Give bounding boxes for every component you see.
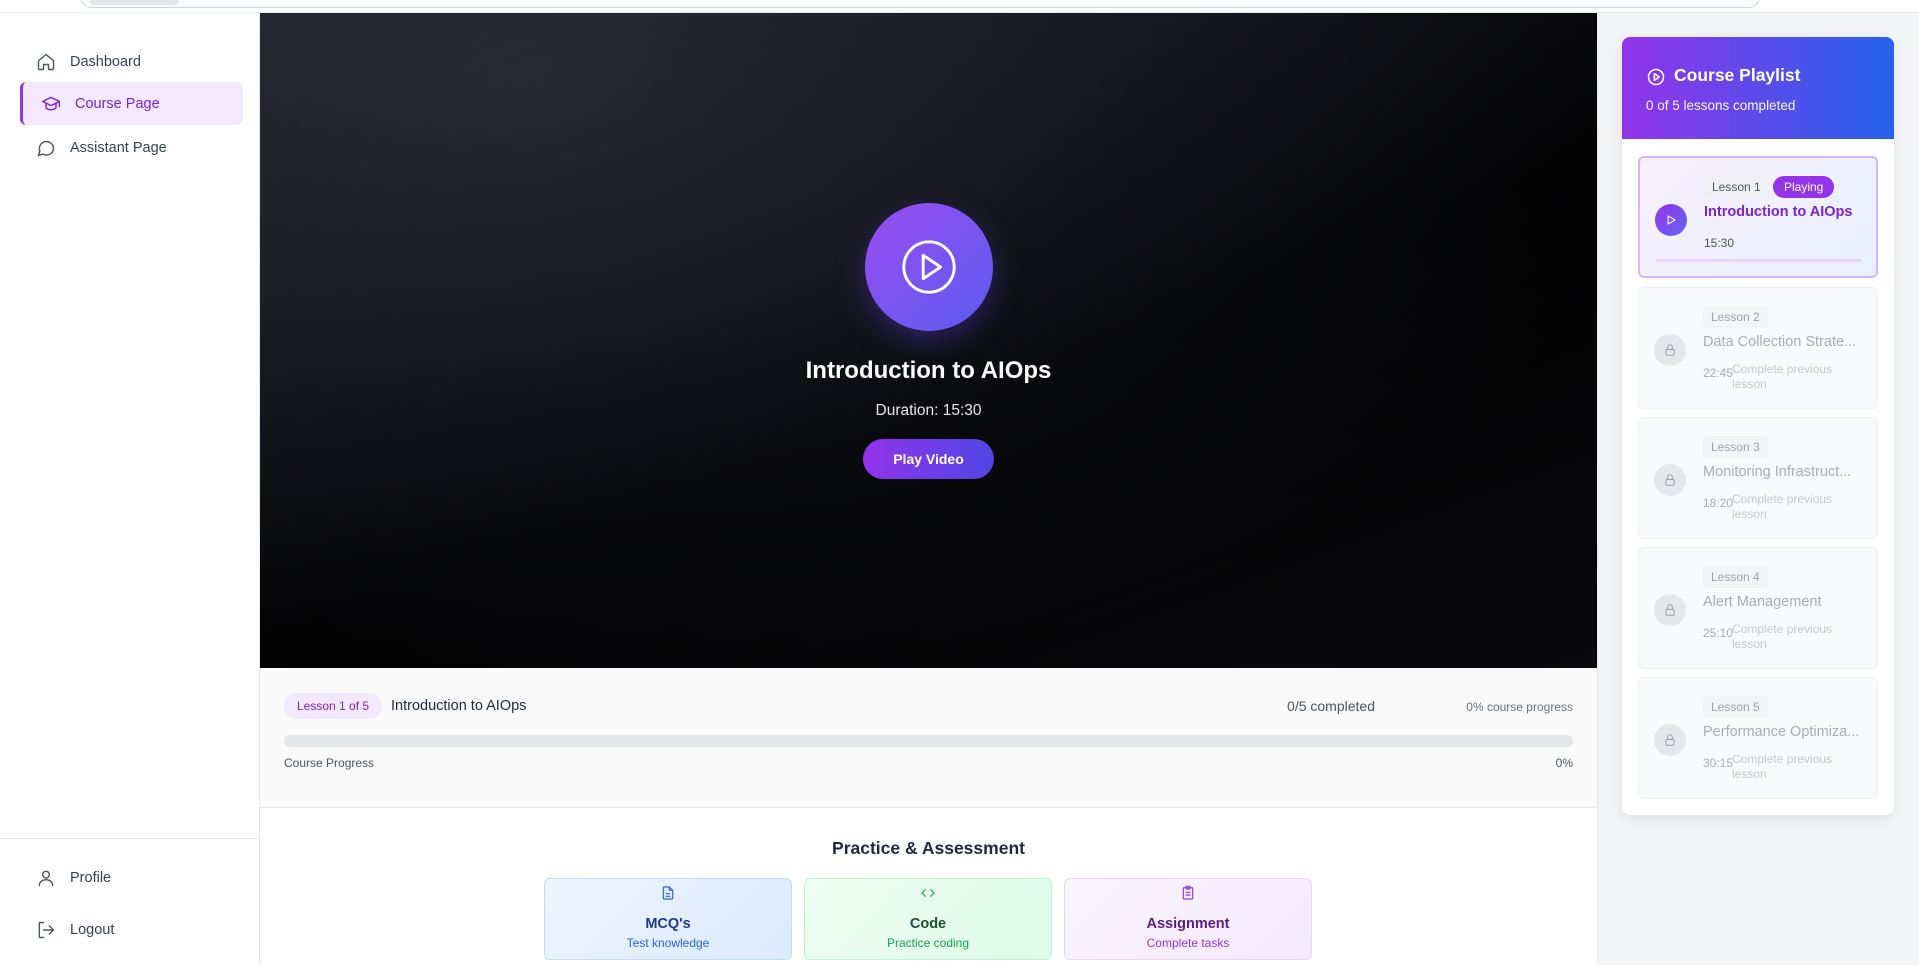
course-progress-text: 0% course progress — [1466, 700, 1573, 714]
sidebar-item-label: Profile — [70, 869, 112, 886]
course-playlist: Course Playlist 0 of 5 lessons completed… — [1622, 37, 1894, 815]
lesson-badge: Lesson 1 of 5 — [284, 693, 383, 719]
practice-title: Practice & Assessment — [832, 838, 1025, 858]
lesson-badge: Lesson 4 — [1703, 566, 1768, 588]
video-title: Introduction to AIOps — [805, 357, 1052, 384]
lock-message: Complete previous lesson — [1732, 362, 1833, 391]
lock-message: Complete previous lesson — [1732, 622, 1833, 651]
completed-count: 0/5 completed — [1287, 698, 1375, 714]
play-circle-button[interactable] — [865, 203, 993, 331]
lesson-item-3[interactable]: Lesson 3 Monitoring Infrastruct... 18:20… — [1638, 417, 1878, 539]
sidebar-item-logout[interactable]: Logout — [20, 908, 243, 951]
course-progress-bar — [284, 735, 1573, 747]
sidebar: Dashboard Course Page Assistant Page Pro… — [0, 13, 260, 965]
main-content: Introduction to AIOps Duration: 15:30 Pl… — [260, 13, 1597, 965]
sidebar-item-assistant-page[interactable]: Assistant Page — [20, 126, 243, 169]
lock-icon — [1654, 464, 1686, 496]
lesson-badge: Lesson 2 — [1703, 306, 1768, 328]
video-player[interactable]: Introduction to AIOps Duration: 15:30 Pl… — [260, 13, 1597, 668]
lock-message: Complete previous lesson — [1732, 752, 1833, 781]
address-bar[interactable] — [80, 0, 1760, 8]
lesson-badge: Lesson 5 — [1703, 696, 1768, 718]
lesson-info-bar: Lesson 1 of 5 Introduction to AIOps 0/5 … — [260, 668, 1597, 808]
playlist-subtitle: 0 of 5 lessons completed — [1646, 98, 1796, 113]
document-icon — [662, 886, 674, 900]
code-card[interactable]: Code Practice coding — [804, 878, 1052, 960]
lesson-title: Data Collection Strate... — [1703, 334, 1857, 350]
playlist-title: Course Playlist — [1674, 65, 1801, 85]
lock-icon — [1654, 594, 1686, 626]
lock-message: Complete previous lesson — [1732, 492, 1833, 521]
play-video-button[interactable]: Play Video — [863, 439, 994, 479]
lesson-item-4[interactable]: Lesson 4 Alert Management 25:10 Complete… — [1638, 547, 1878, 669]
graduation-cap-icon — [41, 96, 61, 111]
playing-badge: Playing — [1773, 176, 1835, 198]
card-title: Assignment — [1146, 916, 1230, 932]
mcq-card[interactable]: MCQ's Test knowledge — [544, 878, 792, 960]
sidebar-item-label: Dashboard — [70, 53, 141, 70]
card-title: MCQ's — [645, 916, 691, 932]
lesson-title: Alert Management — [1703, 594, 1822, 610]
lesson-item-5[interactable]: Lesson 5 Performance Optimiza... 30:15 C… — [1638, 677, 1878, 799]
card-title: Code — [909, 916, 947, 932]
lesson-title: Introduction to AIOps — [1704, 204, 1853, 220]
lock-icon — [1654, 724, 1686, 756]
code-icon — [921, 889, 935, 897]
right-panel: Course Playlist 0 of 5 lessons completed… — [1597, 13, 1919, 965]
lesson-progress-bar — [1656, 259, 1862, 262]
sidebar-item-course-page[interactable]: Course Page — [20, 82, 243, 125]
lesson-badge: Lesson 3 — [1703, 436, 1768, 458]
sidebar-item-profile[interactable]: Profile — [20, 856, 243, 899]
card-subtitle: Practice coding — [886, 936, 970, 950]
video-duration: Duration: 15:30 — [875, 402, 982, 419]
lesson-duration: 30:15 — [1703, 756, 1734, 770]
sidebar-item-label: Course Page — [75, 95, 160, 112]
lesson-badge: Lesson 1 — [1704, 176, 1769, 198]
video-backdrop — [260, 13, 1597, 668]
card-subtitle: Complete tasks — [1146, 936, 1230, 950]
address-chip — [89, 0, 179, 5]
practice-assessment: Practice & Assessment MCQ's Test knowled… — [260, 808, 1597, 965]
lesson-title: Monitoring Infrastruct... — [1703, 464, 1852, 480]
assignment-card[interactable]: Assignment Complete tasks — [1064, 878, 1312, 960]
progress-percent: 0% — [1555, 756, 1573, 770]
lesson-duration: 18:20 — [1703, 496, 1734, 510]
play-circle-icon — [1646, 67, 1666, 87]
lesson-play-icon — [1655, 204, 1687, 236]
chat-bubble-icon — [37, 140, 55, 156]
lesson-duration: 25:10 — [1703, 626, 1734, 640]
lesson-title: Performance Optimiza... — [1703, 724, 1860, 740]
lesson-item-2[interactable]: Lesson 2 Data Collection Strate... 22:45… — [1638, 287, 1878, 409]
progress-label: Course Progress — [284, 756, 375, 770]
sidebar-item-label: Logout — [70, 921, 115, 938]
sidebar-divider — [0, 838, 259, 839]
lesson-name: Introduction to AIOps — [391, 698, 527, 714]
logout-icon — [38, 921, 55, 938]
user-icon — [38, 870, 54, 886]
sidebar-item-dashboard[interactable]: Dashboard — [20, 40, 243, 83]
playlist-header: Course Playlist 0 of 5 lessons completed — [1622, 37, 1894, 139]
lesson-item-1[interactable]: Lesson 1 Playing Introduction to AIOps 1… — [1638, 156, 1878, 278]
lock-icon — [1654, 334, 1686, 366]
clipboard-icon — [1182, 885, 1194, 900]
play-icon — [902, 240, 956, 294]
home-icon — [37, 53, 55, 70]
sidebar-item-label: Assistant Page — [70, 139, 167, 156]
lesson-duration: 15:30 — [1704, 236, 1735, 250]
lesson-duration: 22:45 — [1703, 366, 1734, 380]
browser-top-strip — [0, 0, 1919, 13]
card-subtitle: Test knowledge — [626, 936, 710, 950]
